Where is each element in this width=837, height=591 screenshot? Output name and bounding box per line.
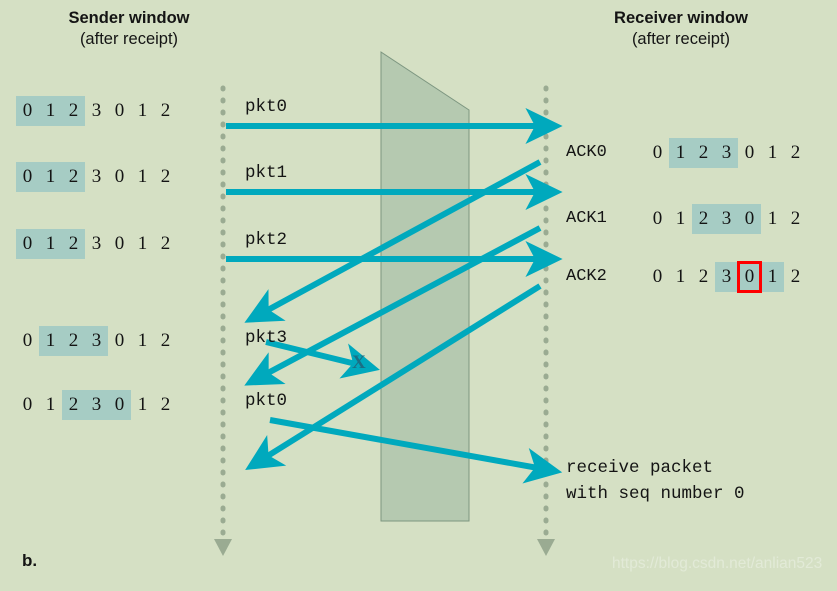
sender-window-row-4-cell-4: 0 [108, 390, 131, 420]
sender-window-row-2-cell-0: 0 [16, 229, 39, 259]
sender-window-row-3-cell-0: 0 [22, 330, 33, 351]
sender-timeline [214, 85, 232, 556]
receiver-window-row-1-cell-1: 1 [675, 208, 686, 229]
sender-window-title: Sender window (after receipt) [14, 8, 244, 50]
receiver-window-row-1-cell-3: 3 [715, 204, 738, 234]
sender-window-row-2: 0123012 [16, 229, 177, 259]
receiver-window-row-0-cell-4: 0 [744, 142, 755, 163]
receiver-window-row-2-cell-0: 0 [652, 266, 663, 287]
sender-window-row-3-cell-5: 1 [137, 330, 148, 351]
sender-window-row-2-cell-1: 1 [39, 229, 62, 259]
receiver-title-line1: Receiver window [614, 9, 748, 27]
packet-label-2: pkt2 [245, 230, 288, 250]
sender-window-row-1-cell-4: 0 [114, 166, 125, 187]
sender-window-row-4-cell-6: 2 [160, 394, 171, 415]
receiver-window-row-1-cell-6: 2 [790, 208, 801, 229]
sender-window-row-0-cell-0: 0 [16, 96, 39, 126]
sender-window-row-1-cell-6: 2 [160, 166, 171, 187]
receiver-window-row-2-cell-2: 2 [698, 266, 709, 287]
diagram-canvas: Sender window (after receipt) Receiver w… [0, 0, 837, 591]
sender-window-row-3-cell-4: 0 [114, 330, 125, 351]
sender-window-row-2-cell-5: 1 [137, 233, 148, 254]
sender-window-row-0-cell-4: 0 [114, 100, 125, 121]
sender-window-row-4-cell-0: 0 [22, 394, 33, 415]
packet-label-1: pkt1 [245, 163, 288, 183]
receiver-window-row-0-cell-1: 1 [669, 138, 692, 168]
receiver-window-row-1-cell-5: 1 [767, 208, 778, 229]
receiver-window-row-2-cell-1: 1 [675, 266, 686, 287]
sender-window-row-1-cell-0: 0 [16, 162, 39, 192]
panel-letter: b. [22, 551, 38, 570]
receiver-window-row-2: 0123012 [646, 261, 807, 293]
watermark-text: https://blog.csdn.net/anlian523 [612, 555, 823, 572]
sender-window-row-4-cell-5: 1 [137, 394, 148, 415]
sender-window-row-0-cell-1: 1 [39, 96, 62, 126]
sender-window-row-1-cell-5: 1 [137, 166, 148, 187]
packet-label-0: pkt0 [245, 97, 288, 117]
receiver-window-row-0-cell-6: 2 [790, 142, 801, 163]
ack-label-1: ACK1 [566, 209, 607, 228]
receiver-window-row-2-cell-4: 0 [737, 261, 762, 293]
receiver-window-row-0-cell-3: 3 [715, 138, 738, 168]
receiver-window-row-1: 0123012 [646, 204, 807, 234]
receiver-timeline [537, 85, 555, 556]
sender-window-row-3-cell-2: 2 [62, 326, 85, 356]
receive-note-line1: receive packet [566, 458, 714, 478]
receiver-window-row-0-cell-2: 2 [692, 138, 715, 168]
sender-window-row-0-cell-3: 3 [91, 100, 102, 121]
sender-window-row-2-cell-3: 3 [91, 233, 102, 254]
receiver-window-row-1-cell-0: 0 [652, 208, 663, 229]
sender-window-row-4-cell-2: 2 [62, 390, 85, 420]
receiver-window-row-1-cell-4: 0 [738, 204, 761, 234]
receiver-window-row-2-cell-6: 2 [790, 266, 801, 287]
packet-loss-x-marker: X [352, 352, 366, 373]
sender-window-row-4-cell-3: 3 [85, 390, 108, 420]
sender-window-row-0: 0123012 [16, 96, 177, 126]
receiver-window-row-0-cell-0: 0 [652, 142, 663, 163]
sender-window-row-2-cell-2: 2 [62, 229, 85, 259]
receiver-window-row-2-cell-3: 3 [715, 262, 738, 292]
receiver-window-row-0-cell-5: 1 [767, 142, 778, 163]
sender-window-row-0-cell-5: 1 [137, 100, 148, 121]
sender-window-row-4-cell-1: 1 [45, 394, 56, 415]
receive-note-line2: with seq number 0 [566, 484, 745, 504]
sender-window-row-1: 0123012 [16, 162, 177, 192]
sender-window-row-3-cell-6: 2 [160, 330, 171, 351]
packet-label-4: pkt0 [245, 391, 288, 411]
receiver-title-line2: (after receipt) [631, 30, 731, 48]
sender-window-row-2-cell-4: 0 [114, 233, 125, 254]
sender-window-row-4: 0123012 [16, 390, 177, 420]
sender-window-row-2-cell-6: 2 [160, 233, 171, 254]
receiver-window-row-1-cell-2: 2 [692, 204, 715, 234]
receiver-window-title: Receiver window (after receipt) [566, 8, 796, 50]
sender-window-row-1-cell-2: 2 [62, 162, 85, 192]
receiver-window-row-2-cell-5: 1 [761, 262, 784, 292]
sender-window-row-3-cell-3: 3 [85, 326, 108, 356]
sender-window-row-1-cell-1: 1 [39, 162, 62, 192]
sender-window-row-0-cell-2: 2 [62, 96, 85, 126]
sender-title-line1: Sender window [68, 9, 190, 27]
packet-label-3: pkt3 [245, 328, 288, 348]
ack-label-0: ACK0 [566, 143, 607, 162]
sender-window-row-3: 0123012 [16, 326, 177, 356]
sender-window-row-1-cell-3: 3 [91, 166, 102, 187]
receiver-window-row-0: 0123012 [646, 138, 807, 168]
ack-label-2: ACK2 [566, 267, 607, 286]
sender-window-row-3-cell-1: 1 [39, 326, 62, 356]
sender-window-row-0-cell-6: 2 [160, 100, 171, 121]
sender-title-line2: (after receipt) [79, 30, 179, 48]
